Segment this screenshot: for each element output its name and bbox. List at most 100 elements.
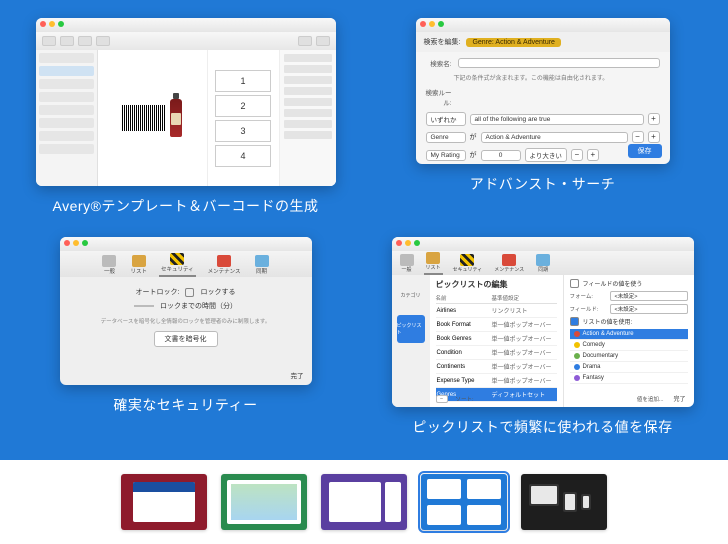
tab-sync[interactable]: 同期 [534, 252, 552, 275]
match-prefix[interactable]: いずれか [426, 112, 466, 126]
tab-sync[interactable]: 同期 [253, 253, 271, 277]
feature-security: 一般 リスト セキュリティ メンテナンス 同期 オートロック: ロックする ロッ… [28, 237, 343, 448]
window-titlebar [60, 237, 312, 251]
save-button[interactable]: 保存 [628, 144, 662, 158]
sidebar [36, 50, 98, 186]
rule1-op: が [470, 132, 477, 142]
remove-button[interactable]: − [436, 395, 448, 403]
minutes-label: ロックまでの時間（分） [160, 301, 237, 311]
rule2-field[interactable]: My Rating [426, 150, 466, 161]
table-row[interactable]: Airlinesリンクリスト [436, 304, 557, 318]
thumbnail-5[interactable] [521, 474, 607, 530]
tab-general[interactable]: 一般 [398, 252, 416, 275]
value-row[interactable]: Documentary [570, 351, 688, 362]
traffic-lights [396, 240, 420, 246]
thumbnail-strip [0, 460, 728, 536]
name-input[interactable] [458, 58, 660, 68]
tab-maintenance[interactable]: メンテナンス [492, 252, 526, 275]
list-icon [426, 252, 440, 264]
value-row[interactable]: Comedy [570, 340, 688, 351]
lock-check-label: ロックする [200, 287, 235, 297]
thumbnail-2[interactable] [221, 474, 307, 530]
sidebar-picklist[interactable]: ピックリスト [397, 315, 425, 343]
tab-general[interactable]: 一般 [100, 253, 118, 277]
table-row[interactable]: Book Genres単一値ポップオーバー [436, 332, 557, 346]
table-row[interactable]: Expense Type単一値ポップオーバー [436, 374, 557, 388]
add-rule-button[interactable]: + [587, 149, 599, 161]
match-select[interactable]: all of the following are true [470, 114, 644, 125]
encrypt-note: データベースを暗号化し全情報のロックを管理者のみに制限します。 [96, 317, 276, 325]
add-value-button[interactable]: 値を追加... [637, 395, 664, 403]
encrypt-button[interactable]: 文書を暗号化 [154, 331, 218, 347]
table-row[interactable]: Condition単一値ポップオーバー [436, 346, 557, 360]
header-label: 検索を編集: [424, 37, 461, 47]
feature-caption: アドバンスト・サーチ [470, 174, 615, 194]
rule2-suffix[interactable]: より大きい [525, 148, 567, 162]
rule1-field[interactable]: Genre [426, 132, 466, 143]
sync-icon [255, 255, 269, 267]
barcode-icon [122, 105, 166, 131]
thumbnail-3[interactable] [321, 474, 407, 530]
template-1: 1 [215, 70, 271, 92]
remove-rule-button[interactable]: − [571, 149, 583, 161]
feature-caption: ピックリストで頻繁に使われる値を保存 [412, 417, 672, 437]
category-sidebar: カテゴリ ピックリスト [392, 275, 430, 407]
toolbox-icon [217, 255, 231, 267]
search-window: 検索を編集: Genre: Action & Adventure 検索名: 下記… [416, 18, 670, 164]
window-titlebar [416, 18, 670, 32]
tab-security[interactable]: セキュリティ [451, 252, 485, 275]
tab-security[interactable]: セキュリティ [159, 251, 196, 277]
bottle-icon [170, 99, 182, 137]
feature-caption: 確実なセキュリティー [113, 395, 257, 415]
done-button[interactable]: 完了 [673, 394, 685, 403]
table-row[interactable]: Continents単一値ポップオーバー [436, 360, 557, 374]
minutes-input[interactable] [134, 305, 154, 307]
field-link-label: フィールドの値を使う [583, 279, 643, 288]
tab-list[interactable]: リスト [424, 250, 443, 275]
feature-search: 検索を編集: Genre: Action & Adventure 検索名: 下記… [385, 18, 700, 229]
picklist-title: ピックリストの編集 [436, 279, 557, 290]
tab-list[interactable]: リスト [128, 253, 149, 277]
note: 下記の条件式が含まれます。この機能は自由化されます。 [454, 73, 660, 82]
tab-maintenance[interactable]: メンテナンス [206, 253, 243, 277]
list-values-checkbox[interactable] [570, 317, 579, 326]
traffic-lights [64, 240, 88, 246]
rule1-value[interactable]: Action & Adventure [481, 132, 628, 143]
thumbnail-4[interactable] [421, 474, 507, 530]
template-3: 3 [215, 120, 271, 142]
done-button[interactable]: 完了 [291, 370, 304, 380]
add-rule-button[interactable]: + [648, 113, 660, 125]
thumbnail-1[interactable] [121, 474, 207, 530]
security-icon [460, 254, 474, 266]
template-4: 4 [215, 145, 271, 167]
value-row[interactable]: Action & Adventure [570, 329, 688, 340]
form-select[interactable]: <未設定> [610, 291, 688, 301]
picklist-window: 一般 リスト セキュリティ メンテナンス 同期 カテゴリ ピックリスト ピックリ… [392, 237, 694, 407]
field-select[interactable]: <未設定> [610, 304, 688, 314]
feature-picklist: 一般 リスト セキュリティ メンテナンス 同期 カテゴリ ピックリスト ピックリ… [385, 237, 700, 448]
field-link-checkbox[interactable] [570, 279, 579, 288]
header-tag: Genre: Action & Adventure [466, 38, 561, 47]
gear-icon [400, 254, 414, 266]
prefs-tabs: 一般 リスト セキュリティ メンテナンス 同期 [392, 251, 694, 275]
lock-checkbox[interactable] [185, 288, 194, 297]
name-label: 検索名: [426, 58, 454, 68]
rule-label: 検索ルール: [426, 87, 454, 107]
value-row[interactable]: Fantasy [570, 373, 688, 384]
value-row[interactable]: Drama [570, 362, 688, 373]
prefs-tabs: 一般 リスト セキュリティ メンテナンス 同期 [60, 251, 312, 277]
sort-label: ソート: [456, 395, 474, 403]
template-list: 1 2 3 4 [208, 50, 280, 186]
window-titlebar [36, 18, 336, 32]
list-icon [132, 255, 146, 267]
toolbox-icon [502, 254, 516, 266]
sidebar-category[interactable]: カテゴリ [397, 281, 425, 309]
avery-window: 1 2 3 4 [36, 18, 336, 186]
gear-icon [102, 255, 116, 267]
table-row[interactable]: Book Format単一値ポップオーバー [436, 318, 557, 332]
security-icon [170, 253, 184, 265]
feature-avery: 1 2 3 4 Avery®テンプレート＆バーコードの生成 [28, 18, 343, 229]
template-2: 2 [215, 95, 271, 117]
toolbar [36, 32, 336, 50]
rule2-num[interactable]: 0 [481, 150, 521, 161]
